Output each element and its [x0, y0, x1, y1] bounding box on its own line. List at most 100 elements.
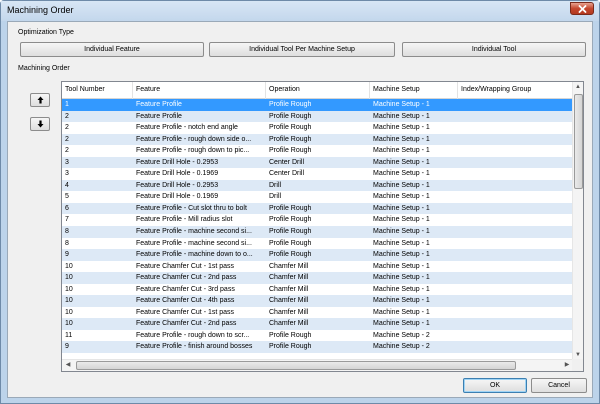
table-row[interactable]: 2 Feature Profile Profile Rough Machine Set… — [62, 110, 573, 123]
cell-tool-number: 11 — [65, 331, 73, 339]
table-row[interactable]: 2 Feature Profile - notch end angle Profil… — [62, 122, 573, 134]
column-header-tool-number[interactable]: Tool Number — [62, 82, 133, 99]
cell-feature: Feature Chamfer Cut - 1st pass — [136, 308, 235, 316]
cell-index-wrapping-group — [458, 261, 573, 273]
table-row[interactable]: 3 Feature Drill Hole - 0.2953 Center Drill… — [62, 156, 573, 169]
move-up-button[interactable] — [30, 93, 50, 107]
horizontal-scrollbar[interactable]: ◀ ▶ — [62, 359, 573, 371]
cell-tool-number: 9 — [65, 343, 69, 351]
table-row[interactable]: 2 Feature Profile - rough down side o... P… — [62, 133, 573, 146]
individual-tool-per-setup-button[interactable]: Individual Tool Per Machine Setup — [209, 42, 395, 57]
cell-operation: Center Drill — [269, 170, 305, 178]
ok-button[interactable]: OK — [463, 378, 527, 393]
cell-tool-number: 3 — [65, 158, 69, 166]
cell-index-wrapping-group — [458, 307, 573, 319]
cell-index-wrapping-group — [458, 249, 573, 261]
table-row[interactable]: 10 Feature Chamfer Cut - 1st pass Chamfer … — [62, 261, 573, 273]
cell-operation: Chamfer Mill — [269, 274, 309, 282]
individual-feature-button[interactable]: Individual Feature — [20, 42, 204, 57]
column-header-machine-setup[interactable]: Machine Setup — [370, 82, 458, 99]
column-header-index-wrapping-group[interactable]: Index/Wrapping Group — [458, 82, 573, 99]
table-row[interactable]: 10 Feature Chamfer Cut - 4th pass Chamfer … — [62, 295, 573, 307]
table-row[interactable]: 10 Feature Chamfer Cut - 3rd pass Chamfer … — [62, 284, 573, 296]
cell-feature: Feature Chamfer Cut - 3rd pass — [136, 285, 235, 293]
grid-header: Tool Number Feature Operation Machine Se… — [62, 82, 573, 99]
cell-feature: Feature Chamfer Cut - 4th pass — [136, 297, 235, 305]
cell-machine-setup: Machine Setup - 1 — [373, 147, 430, 155]
table-row[interactable]: 11 Feature Profile - rough down to scr...… — [62, 330, 573, 342]
table-row[interactable]: 9 Feature Profile - machine down to o... P… — [62, 249, 573, 261]
cell-tool-number: 8 — [65, 239, 69, 247]
cell-machine-setup: Machine Setup - 1 — [373, 158, 430, 166]
cell-feature: Feature Chamfer Cut - 2nd pass — [136, 274, 237, 282]
close-button[interactable] — [570, 2, 594, 15]
horizontal-scroll-thumb[interactable] — [76, 361, 516, 370]
scroll-left-arrow-icon[interactable]: ◀ — [63, 360, 73, 370]
cell-operation: Chamfer Mill — [269, 320, 309, 328]
cell-feature: Feature Drill Hole - 0.1969 — [136, 193, 219, 201]
cell-feature: Feature Profile - rough down to scr... — [136, 331, 250, 339]
table-row[interactable]: 9 Feature Profile - finish around bosses P… — [62, 341, 573, 354]
cell-operation: Chamfer Mill — [269, 297, 309, 305]
cell-index-wrapping-group — [458, 203, 573, 215]
vertical-scrollbar[interactable]: ▲ ▼ — [572, 82, 583, 360]
cell-operation: Profile Rough — [269, 216, 312, 224]
cell-operation: Drill — [269, 181, 282, 189]
table-row[interactable]: 2 Feature Profile - rough down to pic... P… — [62, 145, 573, 157]
cell-tool-number: 10 — [65, 262, 73, 270]
cell-operation: Profile Rough — [269, 101, 312, 108]
cell-index-wrapping-group — [458, 318, 573, 330]
cell-feature: Feature Profile - machine down to o... — [136, 251, 253, 259]
table-row[interactable]: 4 Feature Drill Hole - 0.2953 Drill Machine… — [62, 179, 573, 192]
table-row[interactable]: 5 Feature Drill Hole - 0.1969 Drill Machine… — [62, 191, 573, 203]
table-row[interactable]: 10 Feature Chamfer Cut - 1st pass Chamfer … — [62, 307, 573, 319]
cell-machine-setup: Machine Setup - 1 — [373, 112, 430, 120]
cancel-button[interactable]: Cancel — [531, 378, 587, 393]
cell-feature: Feature Drill Hole - 0.2953 — [136, 158, 219, 166]
cell-operation: Profile Rough — [269, 204, 312, 212]
cell-machine-setup: Machine Setup - 1 — [373, 239, 430, 247]
table-row[interactable]: 7 Feature Profile - Mill radius slot Profi… — [62, 214, 573, 226]
table-row[interactable]: 1 Feature Profile Profile Rough Machine Set… — [62, 99, 573, 111]
cell-tool-number: 2 — [65, 135, 69, 143]
cell-index-wrapping-group — [458, 341, 573, 353]
cell-machine-setup: Machine Setup - 1 — [373, 274, 430, 282]
individual-tool-button[interactable]: Individual Tool — [402, 42, 586, 57]
table-row[interactable]: 8 Feature Profile - machine second si... P… — [62, 226, 573, 238]
scroll-right-arrow-icon[interactable]: ▶ — [562, 360, 572, 370]
cell-machine-setup: Machine Setup - 1 — [373, 101, 430, 108]
cell-tool-number: 7 — [65, 216, 69, 224]
title-bar[interactable]: Machining Order — [1, 1, 599, 21]
machining-order-grid[interactable]: Tool Number Feature Operation Machine Se… — [61, 81, 584, 372]
column-header-operation[interactable]: Operation — [266, 82, 370, 99]
cell-tool-number: 3 — [65, 170, 69, 178]
column-header-feature[interactable]: Feature — [133, 82, 266, 99]
cell-index-wrapping-group — [458, 180, 573, 192]
cell-feature: Feature Profile — [136, 101, 182, 108]
cell-operation: Chamfer Mill — [269, 308, 309, 316]
vertical-scroll-thumb[interactable] — [574, 94, 583, 189]
table-row[interactable]: 10 Feature Chamfer Cut - 2nd pass Chamfer … — [62, 318, 573, 330]
cell-machine-setup: Machine Setup - 1 — [373, 320, 430, 328]
cell-operation: Center Drill — [269, 158, 305, 166]
scroll-up-arrow-icon[interactable]: ▲ — [573, 82, 583, 92]
cell-index-wrapping-group — [458, 272, 573, 284]
table-row[interactable]: 10 Feature Chamfer Cut - 2nd pass Chamfer … — [62, 272, 573, 284]
cell-machine-setup: Machine Setup - 1 — [373, 135, 430, 143]
table-row[interactable]: 8 Feature Profile - machine second si... P… — [62, 238, 573, 250]
grid-rows: 1 Feature Profile Profile Rough Machine Set… — [62, 99, 573, 354]
cell-feature: Feature Drill Hole - 0.2953 — [136, 181, 219, 189]
table-row[interactable]: 6 Feature Profile - Cut slot thru to bolt… — [62, 202, 573, 215]
cell-index-wrapping-group — [458, 295, 573, 307]
cell-feature: Feature Profile - machine second si... — [136, 228, 252, 236]
cell-operation: Profile Rough — [269, 147, 312, 155]
cell-machine-setup: Machine Setup - 1 — [373, 181, 430, 189]
cell-machine-setup: Machine Setup - 1 — [373, 228, 430, 236]
move-down-button[interactable] — [30, 117, 50, 131]
cell-operation: Profile Rough — [269, 343, 312, 351]
cell-operation: Chamfer Mill — [269, 285, 309, 293]
table-row[interactable]: 3 Feature Drill Hole - 0.1969 Center Drill… — [62, 168, 573, 180]
cell-tool-number: 10 — [65, 308, 73, 316]
cell-tool-number: 10 — [65, 320, 73, 328]
cell-index-wrapping-group — [458, 214, 573, 226]
